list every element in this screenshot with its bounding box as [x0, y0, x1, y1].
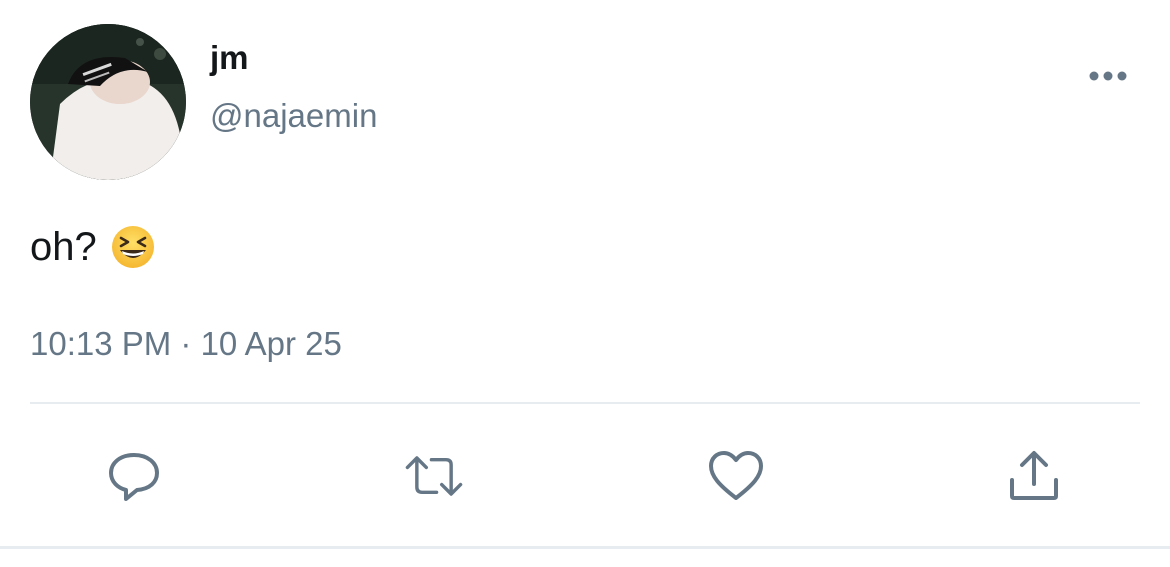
retweet-icon [405, 456, 463, 496]
divider [30, 402, 1140, 404]
share-icon [1010, 451, 1058, 500]
bottom-divider [0, 546, 1170, 549]
reply-button[interactable] [104, 446, 164, 506]
retweet-button[interactable] [404, 446, 464, 506]
tweet-text: oh? [30, 222, 155, 272]
profile-photo-icon [30, 24, 186, 180]
more-options-button[interactable] [1080, 58, 1136, 94]
tweet-text-content: oh? [30, 225, 97, 269]
tweet-timestamp[interactable]: 10:13 PM · 10 Apr 25 [30, 324, 342, 364]
display-name[interactable]: jm [210, 38, 249, 78]
share-button[interactable] [1004, 446, 1064, 506]
grinning-squinting-face-icon [111, 225, 155, 269]
user-handle[interactable]: @najaemin [210, 96, 377, 136]
heart-icon [709, 451, 763, 500]
like-button[interactable] [706, 446, 766, 506]
more-dots-icon [1089, 71, 1127, 81]
tweet-card: jm @najaemin oh? 10:13 PM · 10 Apr 25 [0, 0, 1170, 567]
reply-icon [109, 453, 159, 501]
avatar[interactable] [30, 24, 186, 180]
